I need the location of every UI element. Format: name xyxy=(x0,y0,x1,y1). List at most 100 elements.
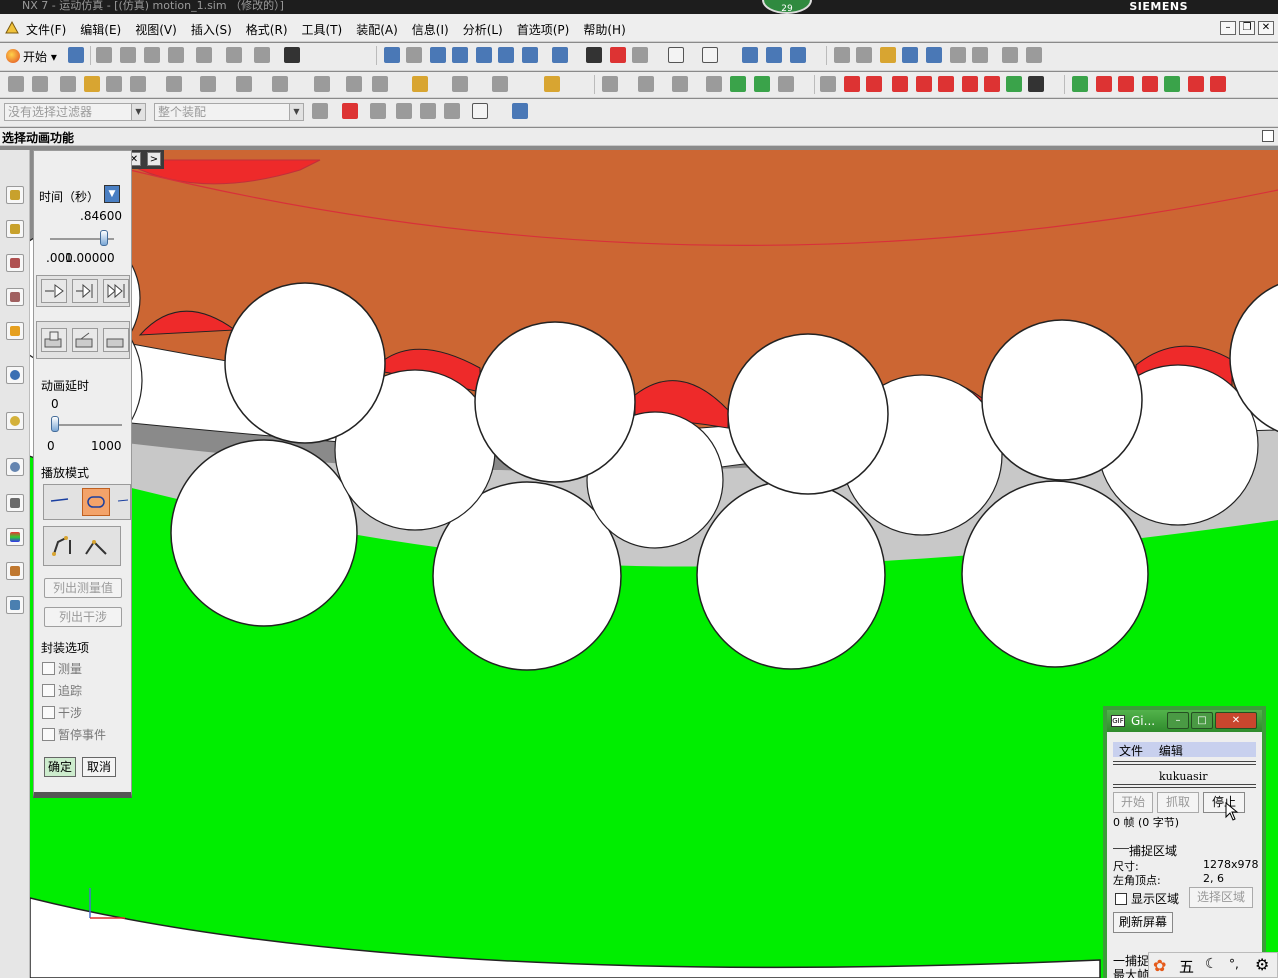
list-measure-button[interactable]: 列出测量值 xyxy=(44,578,122,598)
menu-item-2[interactable]: 视图(V) xyxy=(135,21,177,38)
menu-item-7[interactable]: 信息(I) xyxy=(412,21,449,38)
rotate-icon[interactable] xyxy=(476,47,492,63)
path-mode-b-button[interactable] xyxy=(84,534,110,558)
snapshot-button[interactable] xyxy=(72,328,98,352)
select-icon[interactable] xyxy=(834,47,850,63)
moon-icon[interactable]: ☾ xyxy=(1205,956,1218,972)
mdi-close-button[interactable]: ✕ xyxy=(1258,21,1274,35)
general-select-icon[interactable] xyxy=(342,103,358,119)
shading-icon[interactable] xyxy=(586,47,602,63)
cut-icon[interactable] xyxy=(96,47,112,63)
play-once-button[interactable] xyxy=(48,489,74,513)
gear-icon[interactable]: ⚙ xyxy=(1255,955,1269,974)
snap-point-on-curve-icon[interactable] xyxy=(950,47,966,63)
time-slider-thumb[interactable] xyxy=(100,230,109,246)
menu-item-0[interactable]: 文件(F) xyxy=(26,21,66,38)
delay-slider-thumb[interactable] xyxy=(51,416,59,432)
cue-maximize-icon[interactable] xyxy=(1262,130,1274,142)
rectangle-select-icon[interactable] xyxy=(472,103,488,119)
background-icon[interactable] xyxy=(668,47,684,63)
pingpong-button[interactable] xyxy=(116,489,130,513)
rack-red-icon[interactable] xyxy=(1142,76,1158,92)
motor-icon[interactable] xyxy=(314,76,330,92)
anim-fast-forward-icon[interactable] xyxy=(938,76,954,92)
trace-checkbox[interactable]: 追踪 xyxy=(42,682,82,699)
select-face-icon[interactable] xyxy=(444,103,460,119)
envelope-button[interactable] xyxy=(103,328,129,352)
trace-icon[interactable] xyxy=(452,76,468,92)
loop-button[interactable] xyxy=(82,488,110,516)
ime-mode-label[interactable]: 五 xyxy=(1179,956,1194,977)
measure-icon[interactable] xyxy=(412,76,428,92)
mdi-restore-button[interactable]: ❐ xyxy=(1239,21,1255,35)
anim-step-forward-icon[interactable] xyxy=(916,76,932,92)
fast-forward-button[interactable] xyxy=(103,279,129,303)
system-materials-tab[interactable] xyxy=(6,494,24,512)
ok-button[interactable]: 确定 xyxy=(44,757,76,777)
menu-item-1[interactable]: 编辑(E) xyxy=(80,21,121,38)
select-area-button[interactable]: 选择区域 xyxy=(1189,887,1253,908)
force-icon[interactable] xyxy=(236,76,252,92)
measure-angle-icon[interactable] xyxy=(1026,47,1042,63)
gear-red-icon[interactable] xyxy=(1096,76,1112,92)
populate-spreadsheet-icon[interactable] xyxy=(672,76,688,92)
interference-checkbox[interactable]: 干涉 xyxy=(42,704,82,721)
pulley-red-icon[interactable] xyxy=(1188,76,1204,92)
punctuation-icon[interactable]: °, xyxy=(1229,957,1239,971)
spring-icon[interactable] xyxy=(130,76,146,92)
select-component-icon[interactable] xyxy=(512,103,528,119)
anim-finish-icon[interactable] xyxy=(1006,76,1022,92)
gif-menu-edit[interactable]: 编辑 xyxy=(1159,744,1183,758)
orient-view-icon[interactable] xyxy=(742,47,758,63)
cylinder-red-icon[interactable] xyxy=(1118,76,1134,92)
solution-icon[interactable] xyxy=(372,76,388,92)
delay-slider-track[interactable] xyxy=(54,424,122,426)
interference-icon[interactable] xyxy=(492,76,508,92)
step-back-icon[interactable] xyxy=(730,76,746,92)
path-mode-a-button[interactable] xyxy=(50,534,76,558)
gif-menu-file[interactable]: 文件 xyxy=(1119,744,1143,758)
menu-item-4[interactable]: 格式(R) xyxy=(246,21,288,38)
snap-point-icon[interactable] xyxy=(856,47,872,63)
select-body-icon[interactable] xyxy=(396,103,412,119)
render-style-icon[interactable] xyxy=(552,47,568,63)
pan-icon[interactable] xyxy=(430,47,446,63)
graphics-window[interactable] xyxy=(30,150,1278,978)
motion-navigator-tab[interactable] xyxy=(6,186,24,204)
anim-pause-icon[interactable] xyxy=(962,76,978,92)
nx-app-icon[interactable] xyxy=(4,20,20,36)
camera-icon[interactable] xyxy=(522,47,538,63)
step-forward-button[interactable] xyxy=(72,279,98,303)
packaging-icon[interactable] xyxy=(706,76,722,92)
export-motion-button[interactable] xyxy=(41,328,67,352)
anim-play-icon[interactable] xyxy=(892,76,908,92)
fit-view-icon[interactable] xyxy=(384,47,400,63)
contact-icon[interactable] xyxy=(166,76,182,92)
save-icon[interactable] xyxy=(68,47,84,63)
selection-scope-combo[interactable]: 整个装配 ▼ xyxy=(154,103,304,121)
select-feature-icon[interactable] xyxy=(420,103,436,119)
ring-green-icon[interactable] xyxy=(1072,76,1088,92)
snap-center-icon[interactable] xyxy=(926,47,942,63)
roles-tab[interactable] xyxy=(6,562,24,580)
solver-icon[interactable] xyxy=(346,76,362,92)
play-button[interactable] xyxy=(41,279,67,303)
part-navigator-tab[interactable] xyxy=(6,254,24,272)
motion-model-view[interactable] xyxy=(30,150,1278,978)
snap-end-icon[interactable] xyxy=(880,47,896,63)
mdi-minimize-button[interactable]: – xyxy=(1220,21,1236,35)
time-unit-dropdown[interactable]: ▼ xyxy=(104,185,120,203)
show-area-checkbox[interactable]: 显示区域 xyxy=(1115,890,1179,907)
marker-icon[interactable] xyxy=(106,76,122,92)
perspective-icon[interactable] xyxy=(498,47,514,63)
paste-icon[interactable] xyxy=(144,47,160,63)
undo-icon[interactable] xyxy=(196,47,212,63)
repeat-command-icon[interactable] xyxy=(226,47,242,63)
pause-event-checkbox[interactable]: 暂停事件 xyxy=(42,726,106,743)
articulation-icon[interactable] xyxy=(638,76,654,92)
work-layer-icon[interactable] xyxy=(702,47,718,63)
snap-mid-icon[interactable] xyxy=(902,47,918,63)
paw-icon[interactable]: ✿ xyxy=(1153,956,1166,975)
cancel-button[interactable]: 取消 xyxy=(82,757,116,777)
clock-history-tab[interactable] xyxy=(6,458,24,476)
